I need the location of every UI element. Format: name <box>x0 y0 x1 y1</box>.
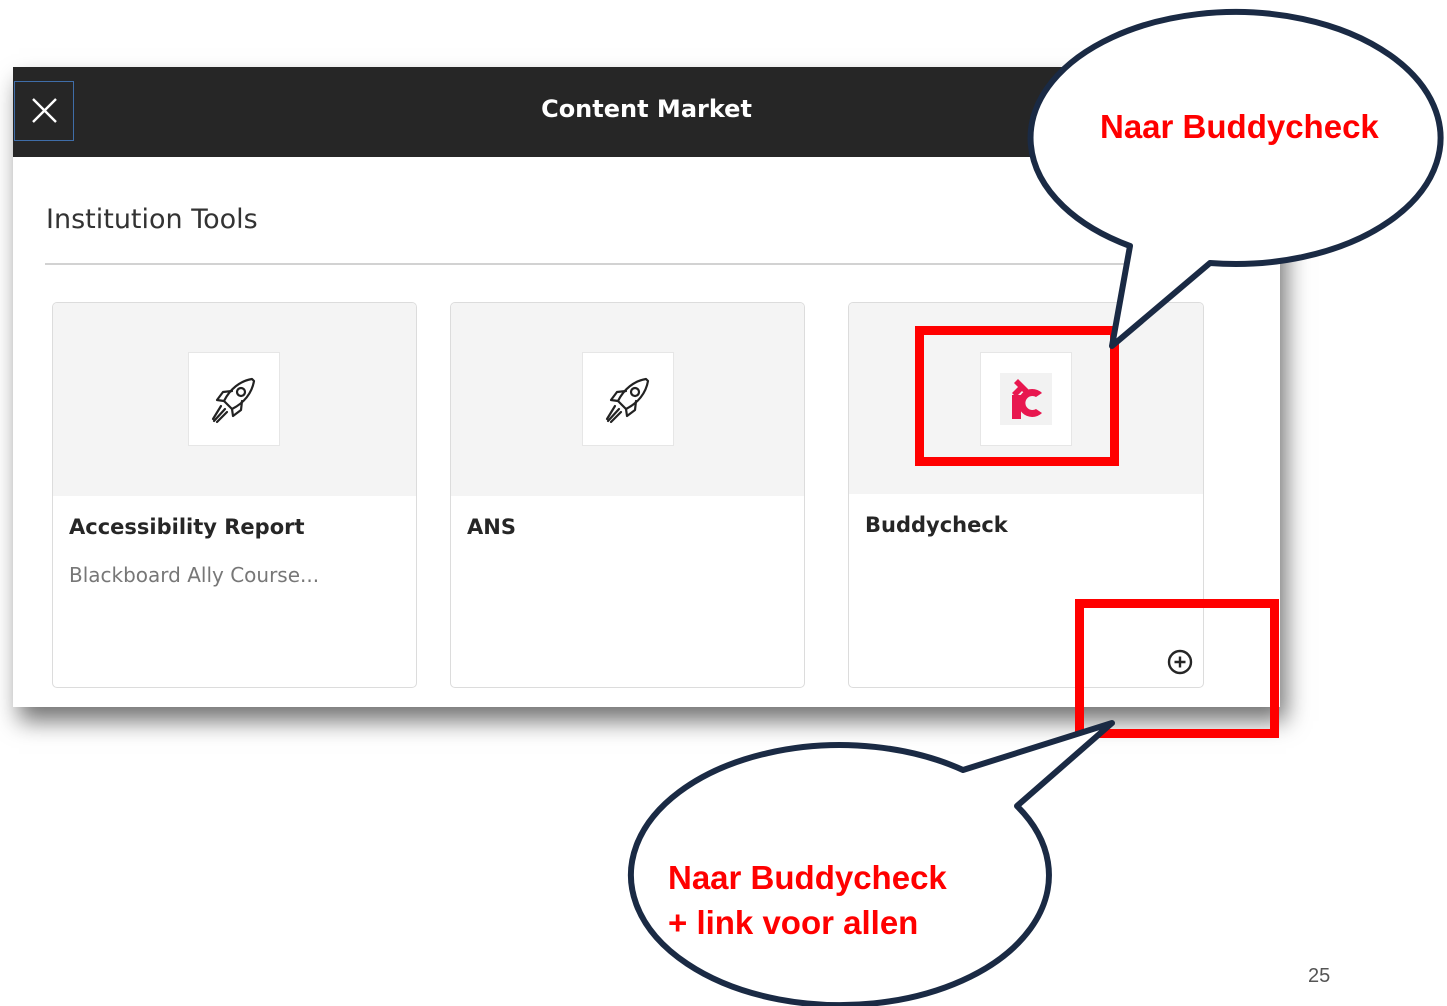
callout-bubble-top <box>1027 8 1444 349</box>
callout-text-top: Naar Buddycheck <box>1100 108 1379 145</box>
callout-text-bottom-line2: + link voor allen <box>668 904 919 941</box>
callout-text-bottom-line1: Naar Buddycheck <box>668 859 947 896</box>
slide-number: 25 <box>1308 965 1331 987</box>
